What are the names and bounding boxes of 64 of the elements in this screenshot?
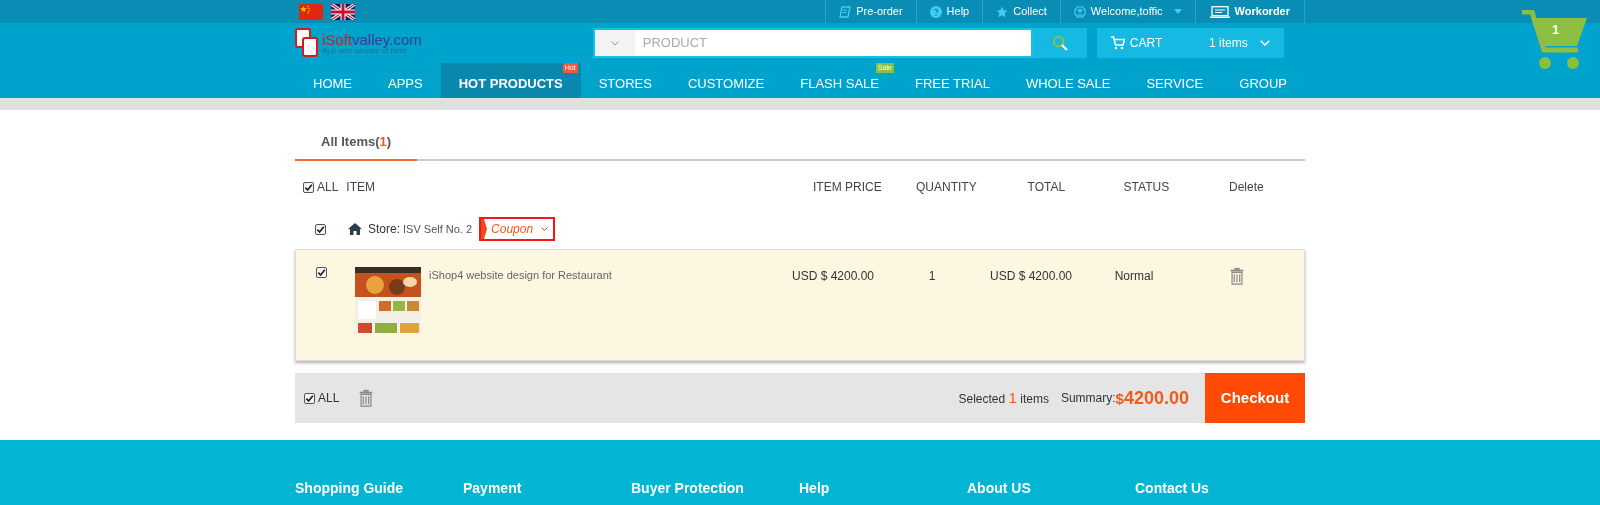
- column-header: STATUS: [1122, 179, 1171, 196]
- nav-tab[interactable]: FLASH SALE: [782, 73, 897, 98]
- selected-count: Selected 1 items: [958, 387, 1049, 408]
- nav-tab[interactable]: HOME: [295, 73, 370, 98]
- footer-heading: Buyer Protection: [631, 479, 745, 498]
- nav-tab[interactable]: HOT PRODUCTS: [440, 73, 581, 98]
- cart-icon: [1522, 10, 1590, 72]
- column-header: Delete: [1228, 179, 1265, 196]
- nav-tab[interactable]: WHOLE SALE: [1007, 73, 1129, 98]
- footer-heading: Contact Us: [1135, 479, 1210, 498]
- tab[interactable]: All Items(1): [295, 124, 418, 161]
- checkbox[interactable]: [303, 181, 314, 193]
- user-icon: [1073, 5, 1086, 18]
- logo-text: iSoftvalley.com: [322, 31, 422, 47]
- checkbox[interactable]: [304, 392, 315, 404]
- uk-flag-icon[interactable]: [331, 3, 355, 20]
- ribbon-icon: [481, 219, 488, 239]
- column-header: TOTAL: [1026, 179, 1067, 196]
- item-total: USD $ 4200.00: [988, 268, 1074, 285]
- item-price: USD $ 4200.00: [790, 268, 876, 285]
- item-quantity: 1: [927, 268, 937, 285]
- cart-button[interactable]: CART 1 items: [1096, 28, 1284, 58]
- footer-heading: About US: [967, 479, 1032, 498]
- footer-heading: Help: [799, 479, 831, 498]
- floating-cart[interactable]: 1: [1522, 10, 1590, 72]
- column-header: ITEM PRICE: [812, 179, 883, 196]
- chevron-down-icon[interactable]: [610, 40, 619, 46]
- footer-heading: Payment: [463, 479, 523, 498]
- search-input[interactable]: PRODUCT: [634, 30, 1031, 56]
- column-header: QUANTITY: [915, 179, 978, 196]
- search-field[interactable]: PRODUCT: [592, 28, 1033, 58]
- item-title[interactable]: iShop4 website design for Restaurant: [429, 267, 783, 284]
- column-header: ITEM: [346, 179, 377, 196]
- nav-tab[interactable]: APPS: [370, 73, 441, 98]
- star-icon: [996, 5, 1009, 18]
- select-all-label: ALL: [318, 390, 340, 407]
- coupon-dropdown[interactable]: Coupon: [479, 217, 556, 241]
- summary-amount: $4200.00: [1115, 386, 1189, 410]
- item-status: Normal: [1113, 268, 1155, 285]
- nav-tab[interactable]: FREE TRIAL: [897, 73, 1008, 98]
- nav-tab[interactable]: SERVICE: [1128, 73, 1222, 98]
- chevron-down-icon: [1259, 40, 1270, 46]
- search-icon: [1051, 35, 1068, 51]
- help-icon: [929, 5, 942, 18]
- home-icon: [348, 223, 362, 235]
- store-name[interactable]: ISV Self No. 2: [403, 220, 473, 238]
- cart-count: 1: [1552, 21, 1560, 39]
- logo-icon: [295, 28, 319, 58]
- nav-tab[interactable]: GROUP: [1221, 73, 1305, 98]
- nav-tab[interactable]: CUSTOMIZE: [669, 73, 783, 98]
- store-label: Store:: [368, 221, 400, 238]
- checkout-button[interactable]: Checkout: [1205, 373, 1305, 423]
- footer-heading: Shopping Guide: [295, 479, 405, 498]
- column-header: ALL: [317, 179, 339, 196]
- chevron-down-icon: [541, 227, 549, 231]
- checkbox[interactable]: [316, 267, 327, 278]
- china-flag-icon[interactable]: [299, 3, 323, 20]
- receipt-icon: [839, 5, 852, 18]
- cart-icon: [1110, 36, 1125, 50]
- summary-label: Summary:: [1060, 390, 1116, 405]
- trash-icon[interactable]: [1228, 267, 1246, 285]
- monitor-icon: [1209, 5, 1230, 18]
- nav-tab[interactable]: STORES: [580, 73, 670, 98]
- checkbox[interactable]: [315, 223, 326, 235]
